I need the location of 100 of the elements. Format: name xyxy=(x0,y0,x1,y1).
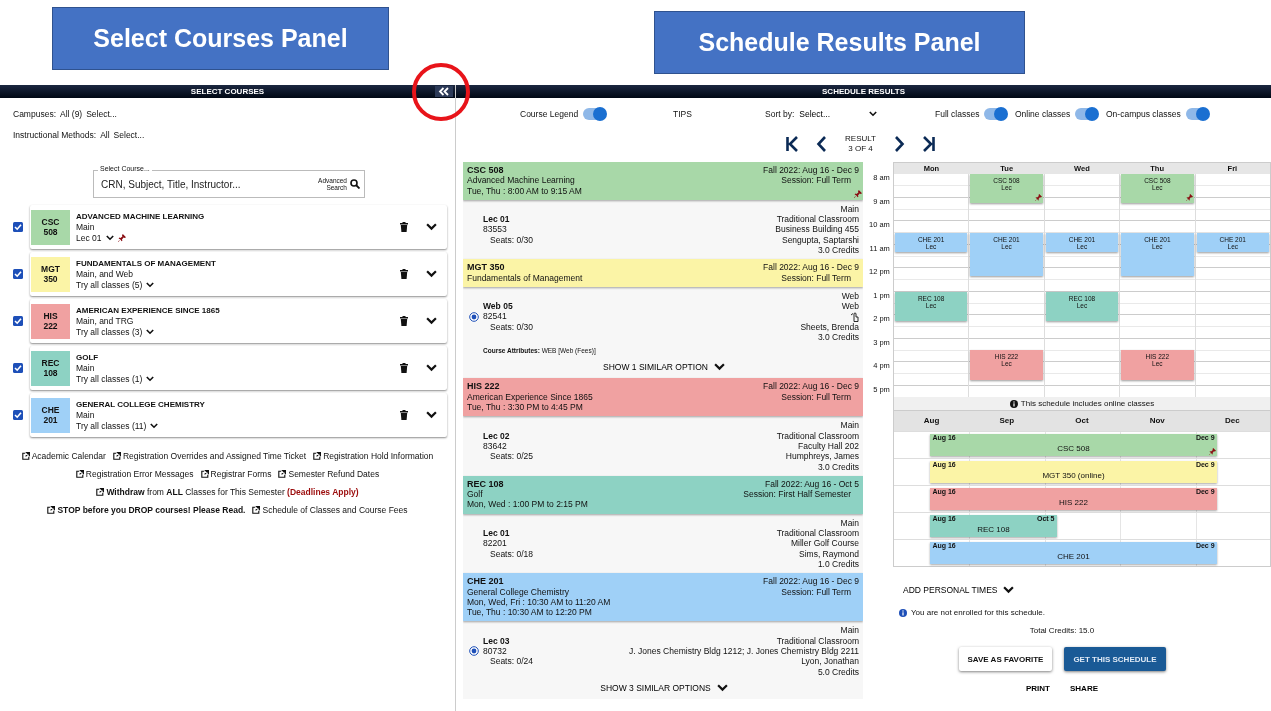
trash-icon[interactable] xyxy=(400,316,408,326)
chevron-down-icon[interactable] xyxy=(426,411,437,419)
panel-title: SCHEDULE RESULTS xyxy=(822,87,905,96)
radio-button[interactable] xyxy=(469,646,479,657)
trash-icon[interactable] xyxy=(400,410,408,420)
course-card[interactable]: MGT 350 FUNDAMENTALS OF MANAGEMENT Main, and Web Try all classes (5) xyxy=(30,252,447,296)
toggle-label: On-campus classes xyxy=(1106,109,1181,119)
external-link-icon xyxy=(75,470,84,478)
chevron-down-icon[interactable] xyxy=(426,317,437,325)
similar-options-button[interactable]: SHOW 3 SIMILAR OPTIONS xyxy=(600,682,728,693)
external-link-icon xyxy=(313,452,322,460)
checkbox[interactable] xyxy=(13,410,23,420)
course-card[interactable]: HIS 222 AMERICAN EXPERIENCE SINCE 1865 Main, and TRG Try all classes (3) xyxy=(30,299,447,343)
class-option[interactable]: Try all classes (11) xyxy=(76,420,147,432)
chevron-down-icon[interactable] xyxy=(869,111,878,117)
toggle-label: Full classes xyxy=(935,109,980,119)
link[interactable]: Registration Overrides and Assigned Time Ticket xyxy=(112,451,307,461)
course-code: HIS 222 xyxy=(467,381,501,392)
class-option[interactable]: Try all classes (3) xyxy=(76,326,143,338)
last-page-icon[interactable] xyxy=(922,135,936,153)
trash-icon[interactable] xyxy=(400,363,408,373)
toggle-switch[interactable] xyxy=(583,108,607,120)
action-link[interactable]: PRINT xyxy=(1026,684,1050,693)
filter-label: Campuses: xyxy=(13,109,56,119)
checkbox[interactable] xyxy=(13,269,23,279)
section-detail: 3.0 Credits xyxy=(817,461,859,472)
chevron-down-icon[interactable] xyxy=(146,376,155,382)
radio-button[interactable] xyxy=(469,311,479,322)
session-text: Session: Full Term xyxy=(780,272,852,283)
course-code: MGT 350 xyxy=(467,262,506,273)
crn-text: 82201 xyxy=(483,538,508,549)
course-title: FUNDAMENTALS OF MANAGEMENT xyxy=(76,257,217,269)
chevron-down-icon[interactable] xyxy=(426,223,437,231)
link[interactable]: Registration Error Messages xyxy=(75,469,194,479)
select-link[interactable]: Select... xyxy=(86,109,117,119)
month-header: Aug xyxy=(923,416,940,425)
link[interactable]: Registration Hold Information xyxy=(313,451,434,461)
checkbox[interactable] xyxy=(13,363,23,373)
link[interactable]: Registrar Forms xyxy=(200,469,272,479)
section-detail: J. Jones Chemistry Bldg 1212; J. Jones Chemistry Bldg 2211 xyxy=(629,646,859,657)
previous-icon[interactable] xyxy=(815,135,829,153)
get-schedule-button[interactable]: GET THIS SCHEDULE xyxy=(1064,647,1166,671)
course-card[interactable]: CSC 508 ADVANCED MACHINE LEARNING Main Lec 01 xyxy=(30,205,447,249)
toggle-label: Online classes xyxy=(1015,109,1071,119)
course-card[interactable]: REC 108 GOLF Main Try all classes (1) xyxy=(30,346,447,390)
link[interactable]: Schedule of Classes and Course Fees xyxy=(252,505,408,515)
external-link-icon xyxy=(112,452,121,460)
enrollment-notice: You are not enrolled for this schedule. xyxy=(911,608,1045,617)
checkbox[interactable] xyxy=(13,316,23,326)
seats-text: Seats: 0/24 xyxy=(489,656,534,667)
section-detail: Humphreys, James xyxy=(785,451,859,462)
action-link[interactable]: SHARE xyxy=(1070,684,1098,693)
external-link-icon xyxy=(252,506,261,514)
section-detail: Lyon, Jonathan xyxy=(801,656,859,667)
next-icon[interactable] xyxy=(892,135,906,153)
link[interactable]: Academic Calendar xyxy=(21,451,106,461)
section-detail: Web xyxy=(841,290,859,302)
course-code-badge: CHE 201 xyxy=(31,397,70,433)
chevron-down-icon[interactable] xyxy=(1003,586,1015,594)
chevron-down-icon[interactable] xyxy=(105,235,114,241)
select-link[interactable]: Select... xyxy=(113,130,145,140)
highlight-circle xyxy=(411,62,471,122)
similar-options-button[interactable]: SHOW 1 SIMILAR OPTION xyxy=(603,362,725,373)
sort-dropdown[interactable]: Select... xyxy=(799,109,878,119)
crn-text: 82541 xyxy=(483,311,508,322)
chevron-down-icon[interactable] xyxy=(150,423,159,429)
chevron-down-icon[interactable] xyxy=(426,364,437,372)
external-link-icon xyxy=(21,452,30,460)
add-personal-times-button[interactable]: ADD PERSONAL TIMES xyxy=(903,585,1015,595)
class-option[interactable]: Try all classes (1) xyxy=(76,373,143,385)
link[interactable]: Withdraw from ALL Classes for This Semester (Deadlines Apply) xyxy=(96,487,359,497)
search-icon[interactable] xyxy=(350,179,360,189)
crn-text: 83553 xyxy=(483,224,508,235)
link[interactable]: Semester Refund Dates xyxy=(278,469,380,479)
section-name: Lec 02 xyxy=(483,430,511,441)
month-header: Dec xyxy=(1225,416,1240,425)
session-text: Session: Full Term xyxy=(780,586,852,597)
save-favorite-button[interactable]: SAVE AS FAVORITE xyxy=(958,647,1053,671)
toggle-switch[interactable] xyxy=(1075,108,1099,120)
chevron-down-icon[interactable] xyxy=(146,282,155,288)
checkbox[interactable] xyxy=(13,222,23,232)
link[interactable]: STOP before you DROP courses! Please Read. xyxy=(47,505,246,515)
toggle-label: Course Legend xyxy=(520,109,579,119)
first-page-icon[interactable] xyxy=(785,135,799,153)
collapse-button[interactable] xyxy=(435,86,453,97)
trash-icon[interactable] xyxy=(400,222,408,232)
toggle-switch[interactable] xyxy=(1185,108,1209,120)
chevron-down-icon[interactable] xyxy=(426,270,437,278)
chevron-down-icon[interactable] xyxy=(713,363,725,372)
chevron-down-icon[interactable] xyxy=(146,329,155,335)
toggle-switch[interactable] xyxy=(984,108,1008,120)
course-name: General College Chemistry xyxy=(467,586,571,597)
trash-icon[interactable] xyxy=(400,269,408,279)
class-option[interactable]: Try all classes (5) xyxy=(76,279,143,291)
course-card[interactable]: CHE 201 GENERAL COLLEGE CHEMISTRY Main Try all classes (11) xyxy=(30,393,447,437)
chevron-down-icon[interactable] xyxy=(716,683,728,692)
month-header: Sep xyxy=(999,416,1015,425)
class-option[interactable]: Lec 01 xyxy=(76,232,102,244)
seats-text: Seats: 0/25 xyxy=(489,451,534,462)
tips-link[interactable]: TIPS xyxy=(673,109,765,119)
